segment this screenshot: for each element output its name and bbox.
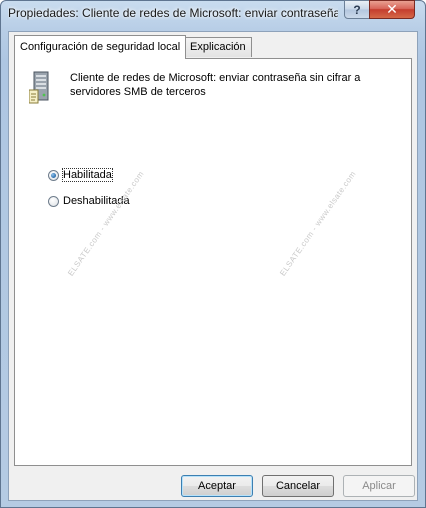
close-button[interactable]: ✕ xyxy=(369,0,415,19)
radio-button-selected[interactable] xyxy=(48,169,59,181)
server-policy-icon xyxy=(29,71,49,104)
ok-button[interactable]: Aceptar xyxy=(181,475,253,497)
cancel-button[interactable]: Cancelar xyxy=(262,475,334,497)
radio-button-unselected[interactable] xyxy=(48,195,59,207)
apply-button[interactable]: Aplicar xyxy=(343,475,415,497)
help-button[interactable]: ? xyxy=(344,0,370,19)
tab-local-security-setting[interactable]: Configuración de seguridad local xyxy=(14,35,187,59)
window-title: Propiedades: Cliente de redes de Microso… xyxy=(8,6,338,20)
radio-enabled-label: Habilitada xyxy=(62,168,113,182)
tab-panel: Cliente de redes de Microsoft: enviar co… xyxy=(14,58,412,466)
properties-dialog: Propiedades: Cliente de redes de Microso… xyxy=(0,0,426,508)
radio-dot-icon xyxy=(51,172,56,178)
radio-enabled[interactable]: Habilitada xyxy=(48,168,113,182)
close-icon: ✕ xyxy=(386,1,398,17)
tab-explanation[interactable]: Explicación xyxy=(184,37,252,57)
watermark: ELSATE.com - www.elsate.com xyxy=(66,169,146,278)
dialog-client-area: Configuración de seguridad local Explica… xyxy=(8,31,418,501)
policy-name: Cliente de redes de Microsoft: enviar co… xyxy=(70,72,361,98)
watermark: ELSATE.com - www.elsate.com xyxy=(278,169,358,278)
